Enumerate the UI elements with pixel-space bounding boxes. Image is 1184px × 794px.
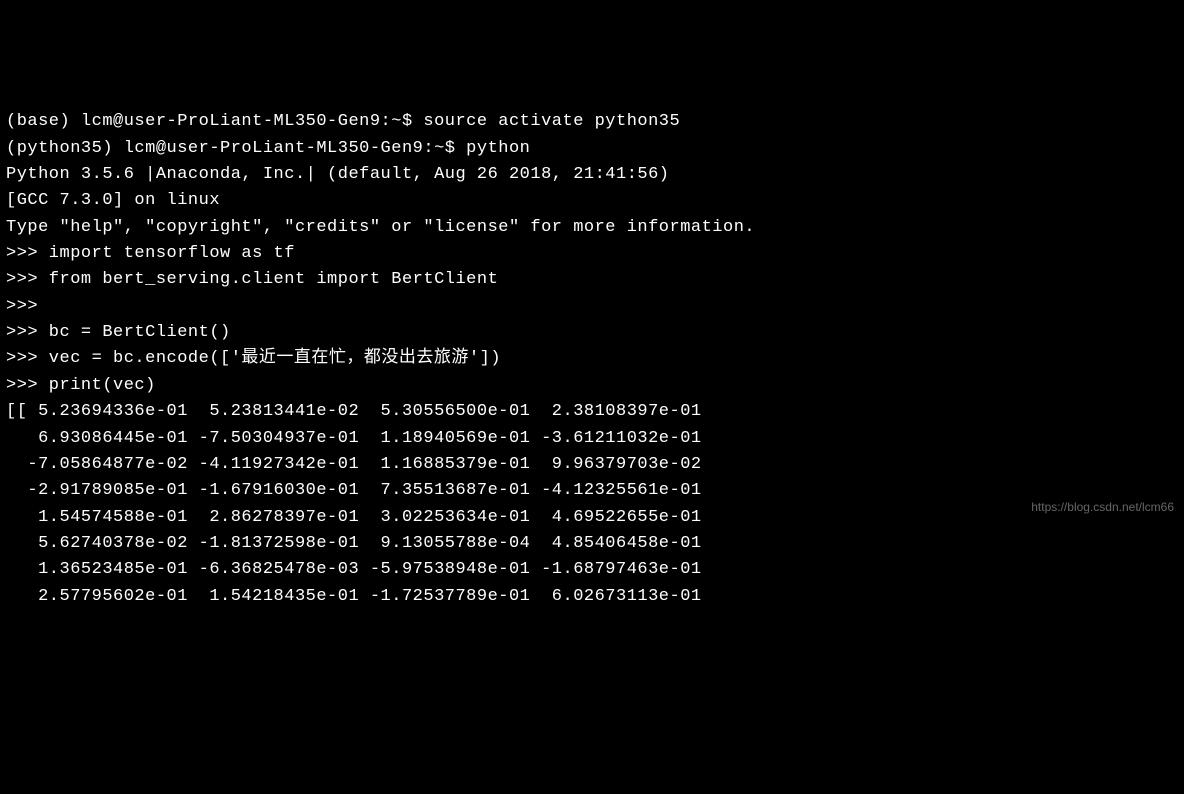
terminal-line: -2.91789085e-01 -1.67916030e-01 7.355136…	[6, 478, 1178, 504]
terminal-line: Type "help", "copyright", "credits" or "…	[6, 215, 1178, 241]
terminal-line: >>> bc = BertClient()	[6, 320, 1178, 346]
terminal-line: >>>	[6, 294, 1178, 320]
watermark-text: https://blog.csdn.net/lcm66	[1031, 498, 1174, 517]
terminal-line: (base) lcm@user-ProLiant-ML350-Gen9:~$ s…	[6, 109, 1178, 135]
terminal-line: >>> vec = bc.encode(['最近一直在忙，都没出去旅游'])	[6, 346, 1178, 372]
terminal-line: >>> import tensorflow as tf	[6, 241, 1178, 267]
terminal-line: >>> print(vec)	[6, 373, 1178, 399]
terminal-line: [GCC 7.3.0] on linux	[6, 188, 1178, 214]
terminal-line: -7.05864877e-02 -4.11927342e-01 1.168853…	[6, 452, 1178, 478]
terminal-line: >>> from bert_serving.client import Bert…	[6, 267, 1178, 293]
terminal-line: [[ 5.23694336e-01 5.23813441e-02 5.30556…	[6, 399, 1178, 425]
terminal-line: Python 3.5.6 |Anaconda, Inc.| (default, …	[6, 162, 1178, 188]
terminal-output[interactable]: (base) lcm@user-ProLiant-ML350-Gen9:~$ s…	[6, 109, 1178, 610]
terminal-line: 5.62740378e-02 -1.81372598e-01 9.1305578…	[6, 531, 1178, 557]
terminal-line: 1.54574588e-01 2.86278397e-01 3.02253634…	[6, 505, 1178, 531]
terminal-line: 6.93086445e-01 -7.50304937e-01 1.1894056…	[6, 426, 1178, 452]
terminal-line: (python35) lcm@user-ProLiant-ML350-Gen9:…	[6, 136, 1178, 162]
terminal-line: 1.36523485e-01 -6.36825478e-03 -5.975389…	[6, 557, 1178, 583]
terminal-line: 2.57795602e-01 1.54218435e-01 -1.7253778…	[6, 584, 1178, 610]
